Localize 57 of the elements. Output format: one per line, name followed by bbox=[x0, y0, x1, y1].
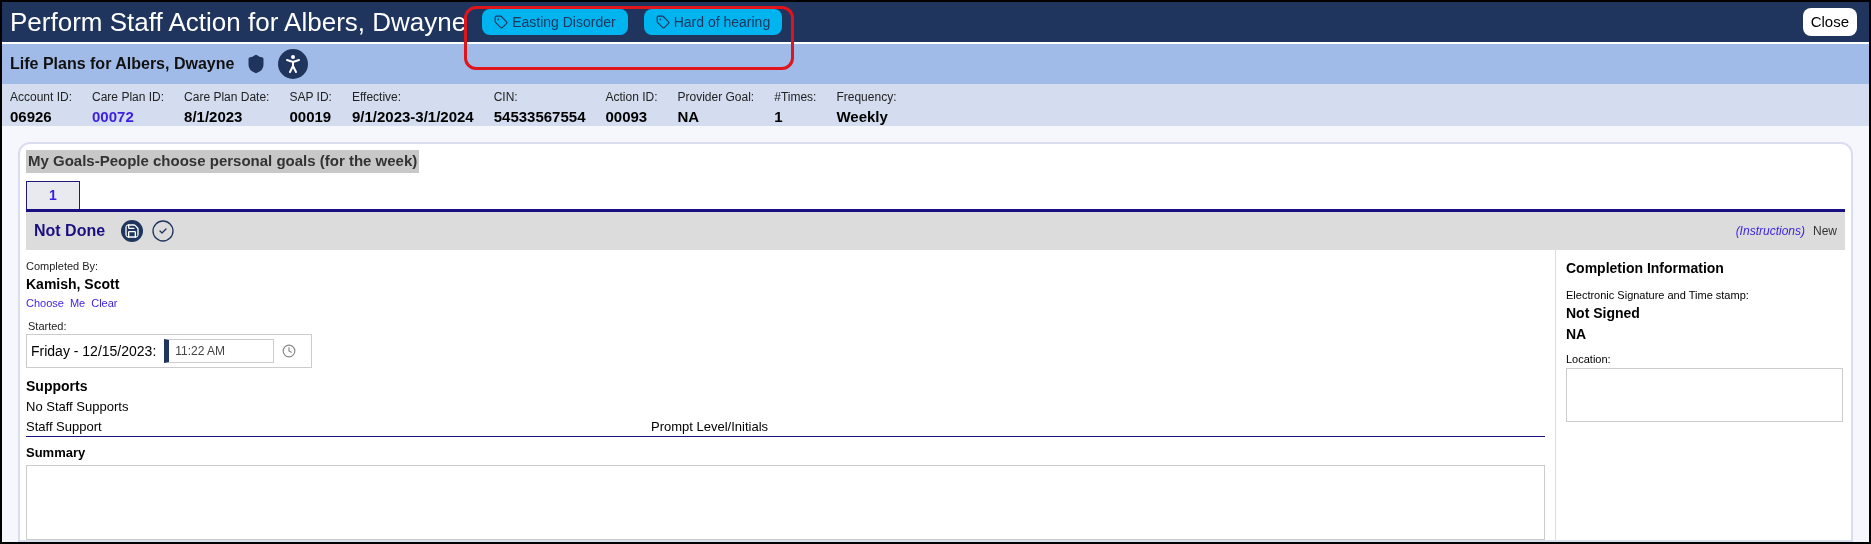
field-link[interactable]: 00072 bbox=[92, 106, 165, 129]
signature-value: NA bbox=[1566, 325, 1588, 344]
field-label: Care Plan Date: bbox=[184, 89, 270, 106]
action-link[interactable]: Choose bbox=[26, 295, 64, 312]
field-value: 9/1/2023-3/1/2024 bbox=[351, 107, 474, 127]
tag-icon bbox=[655, 15, 670, 29]
field-label: Care Plan ID: bbox=[92, 89, 165, 106]
summary-title: Summary bbox=[26, 444, 87, 462]
column-header: Staff Support bbox=[26, 417, 103, 436]
check-icon[interactable] bbox=[151, 218, 176, 243]
clock-icon[interactable] bbox=[282, 344, 297, 358]
supports-title: Supports bbox=[26, 377, 89, 396]
field-label: Effective: bbox=[351, 89, 403, 106]
tag-icon bbox=[494, 15, 509, 29]
field-value: 00093 bbox=[605, 107, 649, 127]
field-label: Provider Goal: bbox=[677, 89, 755, 106]
field-label: Frequency: bbox=[836, 89, 897, 106]
action-link[interactable]: Me bbox=[69, 295, 86, 312]
section-title: My Goals-People choose personal goals (for the week) bbox=[26, 150, 420, 173]
field-value: NA bbox=[677, 107, 701, 127]
new-link[interactable]: New bbox=[1813, 221, 1837, 240]
field-value: 00019 bbox=[289, 107, 332, 127]
instructions-link[interactable]: (Instructions) bbox=[1735, 221, 1805, 240]
signature-status: Not Signed bbox=[1566, 304, 1641, 323]
save-icon[interactable] bbox=[121, 219, 144, 242]
completed-by-name: Kamish, Scott bbox=[26, 275, 121, 294]
tag-badge: Hard of hearing bbox=[643, 9, 783, 35]
status-text: Not Done bbox=[34, 220, 106, 241]
field-label: Completed By: bbox=[26, 258, 100, 274]
time-field[interactable]: 11:22 AM bbox=[164, 339, 275, 363]
field-label: Action ID: bbox=[605, 89, 658, 106]
field-label: SAP ID: bbox=[289, 89, 332, 106]
field-label: Account ID: bbox=[10, 89, 73, 106]
window-title: Perform Staff Action for Albers, Dwayne bbox=[10, 5, 467, 39]
field-value: 06926 bbox=[10, 107, 53, 127]
subheader-title: Life Plans for Albers, Dwayne bbox=[10, 54, 235, 74]
tag-badge: Easting Disorder bbox=[482, 9, 628, 35]
action-link[interactable]: Clear bbox=[91, 295, 118, 312]
field-label: CIN: bbox=[493, 89, 519, 106]
person-icon bbox=[278, 49, 309, 79]
field-label: #Times: bbox=[774, 89, 817, 106]
completion-title: Completion Information bbox=[1566, 258, 1725, 278]
field-label: Started: bbox=[28, 318, 68, 334]
started-date: Friday - 12/15/2023: bbox=[31, 341, 157, 361]
summary-field[interactable] bbox=[26, 464, 1545, 540]
field-value: Weekly bbox=[836, 107, 889, 127]
supports-empty-text: No Staff Supports bbox=[26, 398, 130, 416]
field-label: Electronic Signature and Time stamp: bbox=[1566, 287, 1750, 303]
shield-icon bbox=[246, 54, 267, 74]
column-header: Prompt Level/Initials bbox=[651, 417, 770, 436]
tab[interactable]: 1 bbox=[26, 180, 80, 209]
field-label: Location: bbox=[1566, 352, 1612, 367]
close-button[interactable]: Close bbox=[1802, 8, 1857, 36]
field-value: 1 bbox=[774, 107, 784, 127]
location-field[interactable] bbox=[1566, 367, 1843, 422]
field-value: 54533567554 bbox=[493, 107, 586, 127]
field-value: 8/1/2023 bbox=[184, 107, 244, 127]
